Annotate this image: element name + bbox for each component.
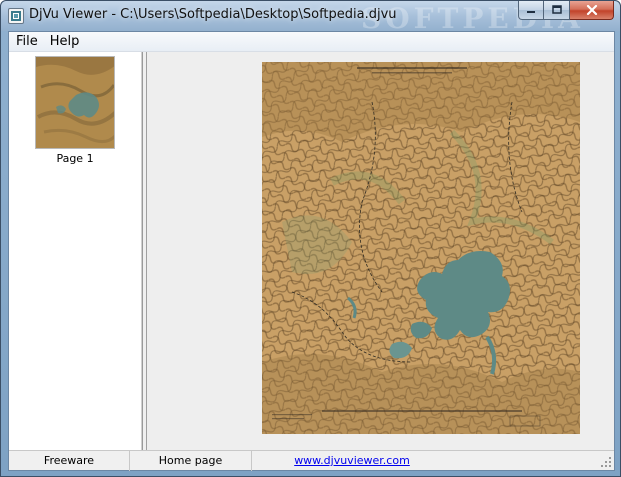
minimize-icon [527,11,535,13]
status-home-page: Home page [130,451,252,471]
maximize-button[interactable] [544,1,570,20]
thumbnail-map-image [36,57,114,148]
close-button[interactable] [570,1,614,20]
status-license: Freeware [9,451,130,471]
document-page [262,62,580,434]
thumbnail-pane[interactable]: Page 1 [9,52,143,450]
client-area: File Help Page 1 Freeware Home page www.… [8,31,615,471]
resize-grip-icon[interactable] [600,456,612,468]
close-icon [586,5,597,15]
title-bar[interactable]: SOFTPEDIA DjVu Viewer - C:\Users\Softped… [1,1,620,35]
menu-file[interactable]: File [9,32,44,52]
djvu-app-icon[interactable] [8,8,24,24]
menu-help[interactable]: Help [44,32,86,52]
website-link[interactable]: www.djvuviewer.com [294,454,410,467]
document-view[interactable] [147,52,614,450]
status-website: www.djvuviewer.com [252,451,452,471]
window-title: DjVu Viewer - C:\Users\Softpedia\Desktop… [29,7,397,22]
minimize-button[interactable] [518,1,544,20]
app-window: SOFTPEDIA DjVu Viewer - C:\Users\Softped… [0,0,621,477]
status-bar: Freeware Home page www.djvuviewer.com [9,450,614,471]
page-thumbnail[interactable] [35,56,115,149]
menu-bar: File Help [9,32,614,52]
topographic-map-image [262,62,580,434]
maximize-icon [551,5,562,14]
thumbnail-label: Page 1 [56,152,94,165]
caption-buttons [518,1,614,21]
